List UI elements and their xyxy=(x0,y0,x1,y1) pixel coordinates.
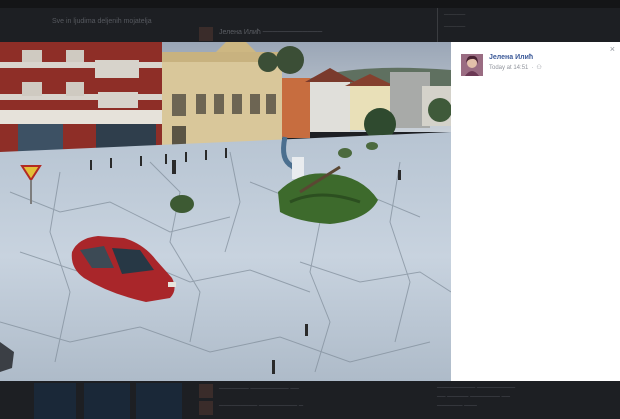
flood-photo-image xyxy=(0,42,451,381)
background-side-text: ───────── ───────── xyxy=(437,385,516,391)
author-avatar-image xyxy=(461,54,483,76)
close-icon[interactable]: × xyxy=(610,44,615,54)
background-comment: ───────── ───────── ─ xyxy=(219,403,304,409)
sidebar-line: ───── xyxy=(444,24,466,30)
bottom-thumbnail xyxy=(34,383,76,419)
background-avatar xyxy=(199,384,213,398)
post-meta: Today at 14:51 · ⚇ xyxy=(489,64,542,72)
sidebar-line: ───── xyxy=(444,12,466,18)
background-post-author: Јелена Илић ──────────── xyxy=(219,29,323,36)
post-timestamp[interactable]: Today at 14:51 xyxy=(489,65,528,71)
friends-icon[interactable]: ⚇ xyxy=(536,64,541,71)
post-info-panel: Јелена Илић Today at 14:51 · ⚇ × xyxy=(451,42,620,381)
feed-header-text: Sve in ljudima deljenih mojatelja xyxy=(52,18,152,25)
bottom-thumbnail xyxy=(136,383,182,419)
flood-photo[interactable] xyxy=(0,42,451,381)
background-avatar xyxy=(199,27,213,41)
sidebar-divider xyxy=(437,8,438,42)
author-name-link[interactable]: Јелена Илић xyxy=(489,54,533,61)
clock-icon: · xyxy=(531,64,534,71)
photo-lightbox: Јелена Илић Today at 14:51 · ⚇ × xyxy=(0,42,620,381)
background-side-text: ────── ─── xyxy=(437,403,477,409)
author-avatar[interactable] xyxy=(461,54,483,76)
background-side-text: ── ───── ─────── ── xyxy=(437,394,511,400)
background-comment: ─────── ───────── ── xyxy=(219,386,299,392)
top-bar xyxy=(0,0,620,8)
bottom-thumbnail xyxy=(84,383,130,419)
background-avatar xyxy=(199,401,213,415)
